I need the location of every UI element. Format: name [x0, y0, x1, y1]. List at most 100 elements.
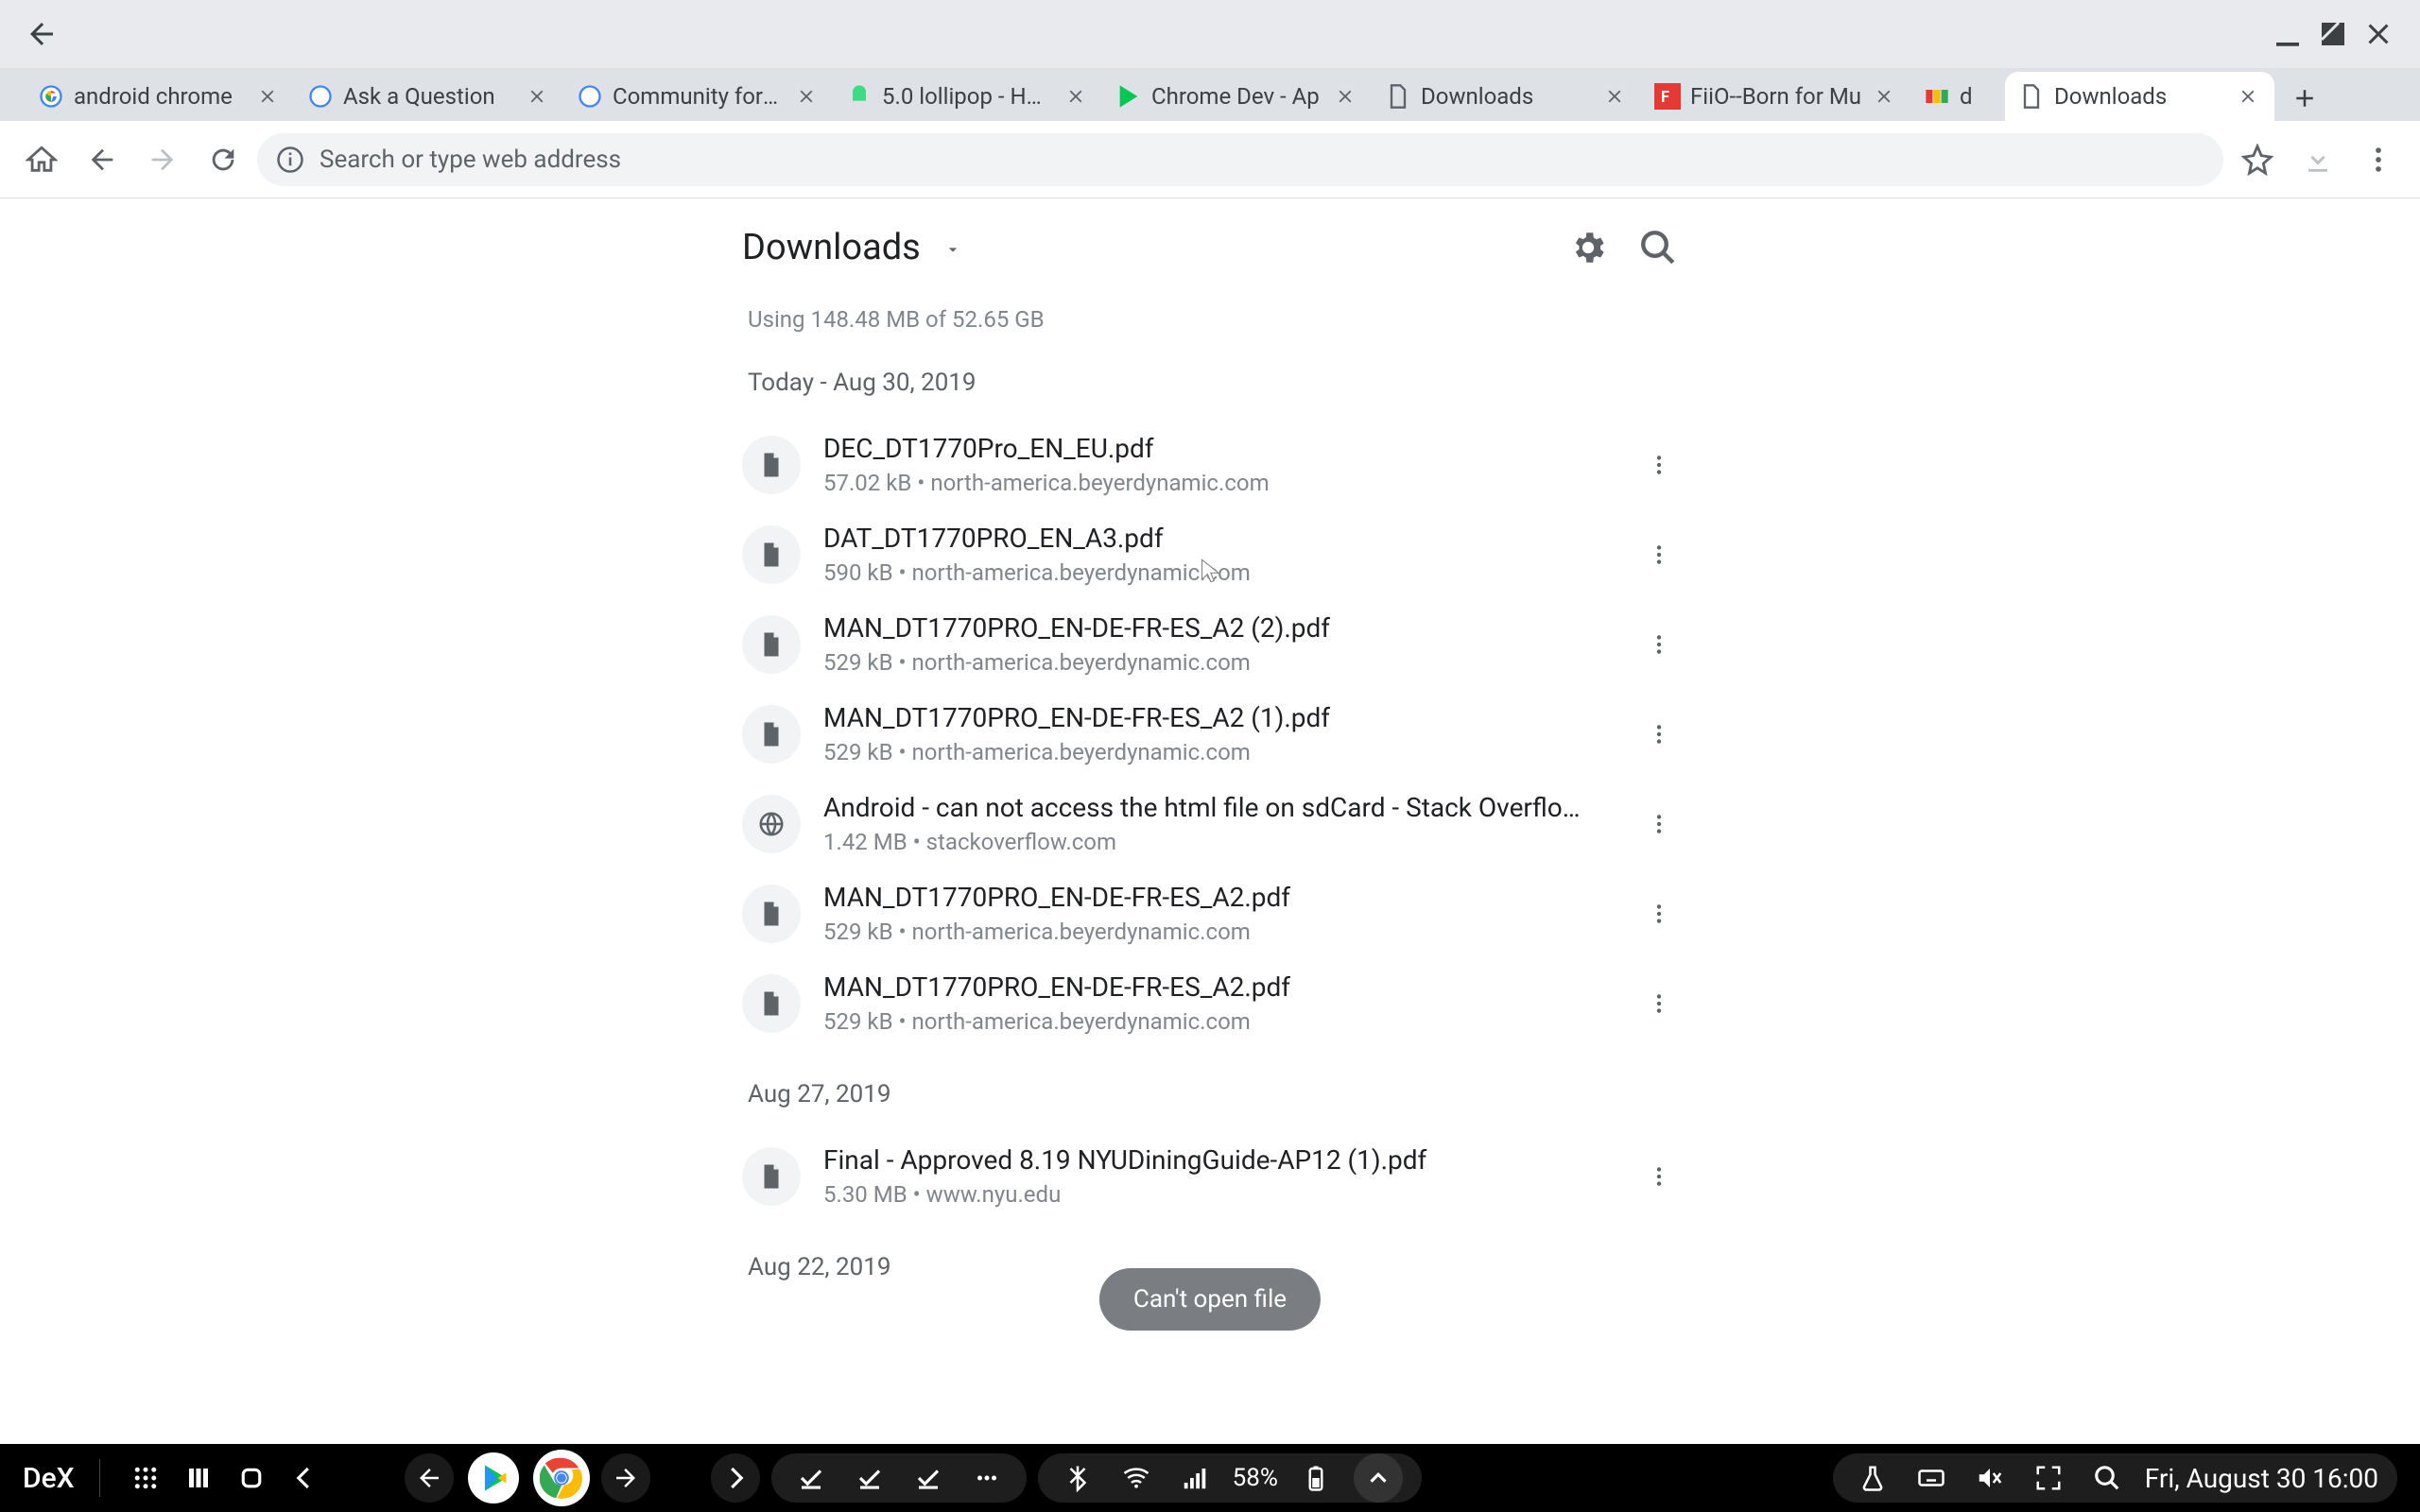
task-next-button[interactable]	[601, 1453, 650, 1503]
download-item[interactable]: DEC_DT1770Pro_EN_EU.pdf57.02 kB • north-…	[742, 420, 1678, 509]
apps-grid-button[interactable]	[125, 1457, 166, 1499]
tab-close-icon[interactable]	[1332, 83, 1358, 110]
omnibox[interactable]: Search or type web address	[257, 133, 2223, 186]
download-filename: DAT_DT1770PRO_EN_A3.pdf	[823, 523, 1617, 554]
download-item[interactable]: MAN_DT1770PRO_EN-DE-FR-ES_A2 (2).pdf529 …	[742, 599, 1678, 689]
reload-button[interactable]	[197, 133, 250, 186]
lab-icon[interactable]	[1852, 1457, 1893, 1499]
tab-close-icon[interactable]	[254, 83, 281, 110]
item-more-button[interactable]	[1640, 453, 1678, 477]
chrome-app[interactable]	[533, 1450, 590, 1506]
download-filename: DEC_DT1770Pro_EN_EU.pdf	[823, 433, 1617, 464]
new-tab-button[interactable]	[2282, 76, 2327, 121]
tab-8[interactable]: Downloads	[2005, 72, 2274, 121]
tab-title: 5.0 lollipop - How	[882, 83, 1053, 110]
site-info-icon[interactable]	[276, 146, 304, 174]
bluetooth-icon[interactable]	[1057, 1457, 1098, 1499]
tab-close-icon[interactable]	[524, 83, 550, 110]
download-item[interactable]: DAT_DT1770PRO_EN_A3.pdf590 kB • north-am…	[742, 509, 1678, 599]
group-label: Today - Aug 30, 2019	[748, 369, 1678, 397]
window-back-button[interactable]	[19, 11, 64, 57]
tab-2[interactable]: Community forum	[563, 72, 833, 121]
taskbar: DeX 58% Fri, August 30 16:00	[0, 1444, 2420, 1512]
download-item[interactable]: MAN_DT1770PRO_EN-DE-FR-ES_A2.pdf 529 kB •…	[742, 958, 1678, 1048]
tab-5[interactable]: Downloads	[1372, 72, 1641, 121]
nav-back-button[interactable]	[76, 133, 129, 186]
downloads-button[interactable]	[2291, 133, 2344, 186]
tab-7[interactable]: d	[1910, 72, 2005, 121]
window-maximize-button[interactable]	[2310, 11, 2356, 57]
file-icon	[742, 436, 801, 494]
mute-icon[interactable]	[1969, 1457, 2011, 1499]
check-icon[interactable]	[790, 1457, 832, 1499]
check-icon[interactable]	[849, 1457, 890, 1499]
wifi-icon[interactable]	[1115, 1457, 1157, 1499]
download-item[interactable]: Android - can not access the html file o…	[742, 779, 1678, 868]
download-item[interactable]: MAN_DT1770PRO_EN-DE-FR-ES_A2.pdf529 kB •…	[742, 868, 1678, 958]
keyboard-icon[interactable]	[1910, 1457, 1952, 1499]
status-pill: 58%	[1038, 1453, 1422, 1503]
download-filename: MAN_DT1770PRO_EN-DE-FR-ES_A2.pdf	[823, 971, 1617, 1003]
battery-icon[interactable]	[1295, 1457, 1337, 1499]
tab-close-icon[interactable]	[793, 83, 820, 110]
item-more-button[interactable]	[1640, 902, 1678, 926]
page-title[interactable]: Downloads	[742, 227, 962, 268]
download-item[interactable]: Final - Approved 8.19 NYUDiningGuide-AP1…	[742, 1131, 1678, 1221]
item-more-button[interactable]	[1640, 812, 1678, 836]
clock[interactable]: Fri, August 30 16:00	[2145, 1463, 2378, 1494]
window-minimize-button[interactable]	[2265, 11, 2310, 57]
window-close-button[interactable]	[2356, 11, 2401, 57]
storage-usage: Using 148.48 MB of 52.65 GB	[748, 306, 1678, 333]
tab-3[interactable]: 5.0 lollipop - How	[833, 72, 1102, 121]
item-more-button[interactable]	[1640, 722, 1678, 747]
file-icon	[742, 705, 801, 764]
nav-forward-button[interactable]	[136, 133, 189, 186]
tab-close-icon[interactable]	[1871, 83, 1897, 110]
tray-pill: Fri, August 30 16:00	[1833, 1453, 2397, 1503]
search-tray-icon[interactable]	[2086, 1457, 2128, 1499]
download-subtext: 529 kB • north-america.beyerdynamic.com	[823, 1008, 1617, 1035]
tab-close-icon[interactable]	[1601, 83, 1628, 110]
tab-0[interactable]: android chrome	[25, 72, 294, 121]
page-title-text: Downloads	[742, 227, 921, 268]
task-prev-button[interactable]	[405, 1453, 454, 1503]
menu-button[interactable]	[2352, 133, 2405, 186]
fiio-icon: F	[1654, 83, 1681, 110]
svg-text:F: F	[1661, 88, 1669, 106]
download-item[interactable]: MAN_DT1770PRO_EN-DE-FR-ES_A2 (1).pdf529 …	[742, 689, 1678, 779]
tab-close-icon[interactable]	[2235, 83, 2261, 110]
task-next-alt-button[interactable]	[711, 1453, 760, 1503]
star-button[interactable]	[2231, 133, 2284, 186]
tab-title: Downloads	[1421, 83, 1592, 110]
window-bar	[0, 0, 2420, 68]
back-nav-button[interactable]	[284, 1457, 325, 1499]
tab-6[interactable]: F FiiO--Born for Mu	[1641, 72, 1910, 121]
tab-title: FiiO--Born for Mu	[1690, 83, 1861, 110]
item-more-button[interactable]	[1640, 1164, 1678, 1189]
item-more-button[interactable]	[1640, 542, 1678, 567]
home-button[interactable]	[15, 133, 68, 186]
home-nav-button[interactable]	[231, 1457, 272, 1499]
signal-icon[interactable]	[1174, 1457, 1216, 1499]
more-icon[interactable]	[966, 1457, 1008, 1499]
fullscreen-icon[interactable]	[2028, 1457, 2069, 1499]
tab-title: Community forum	[613, 83, 784, 110]
expand-up-icon[interactable]	[1354, 1453, 1403, 1503]
recents-button[interactable]	[178, 1457, 219, 1499]
download-filename: Android - can not access the html file o…	[823, 792, 1617, 823]
item-more-button[interactable]	[1640, 632, 1678, 657]
item-more-button[interactable]	[1640, 991, 1678, 1016]
file-icon	[742, 885, 801, 943]
tab-close-icon[interactable]	[1063, 83, 1089, 110]
settings-button[interactable]	[1568, 228, 1608, 267]
page-content: Downloads Using 148.48 MB of 52.65 GB To…	[0, 198, 2420, 1444]
search-button[interactable]	[1638, 228, 1678, 267]
google-icon	[577, 83, 603, 110]
play-store-app[interactable]	[465, 1450, 522, 1506]
dex-label[interactable]: DeX	[23, 1462, 75, 1495]
tab-1[interactable]: Ask a Question	[294, 72, 563, 121]
check-icon[interactable]	[908, 1457, 949, 1499]
tab-4[interactable]: Chrome Dev - Ap	[1102, 72, 1372, 121]
download-filename: MAN_DT1770PRO_EN-DE-FR-ES_A2 (2).pdf	[823, 612, 1617, 644]
omnibox-placeholder: Search or type web address	[320, 146, 621, 174]
